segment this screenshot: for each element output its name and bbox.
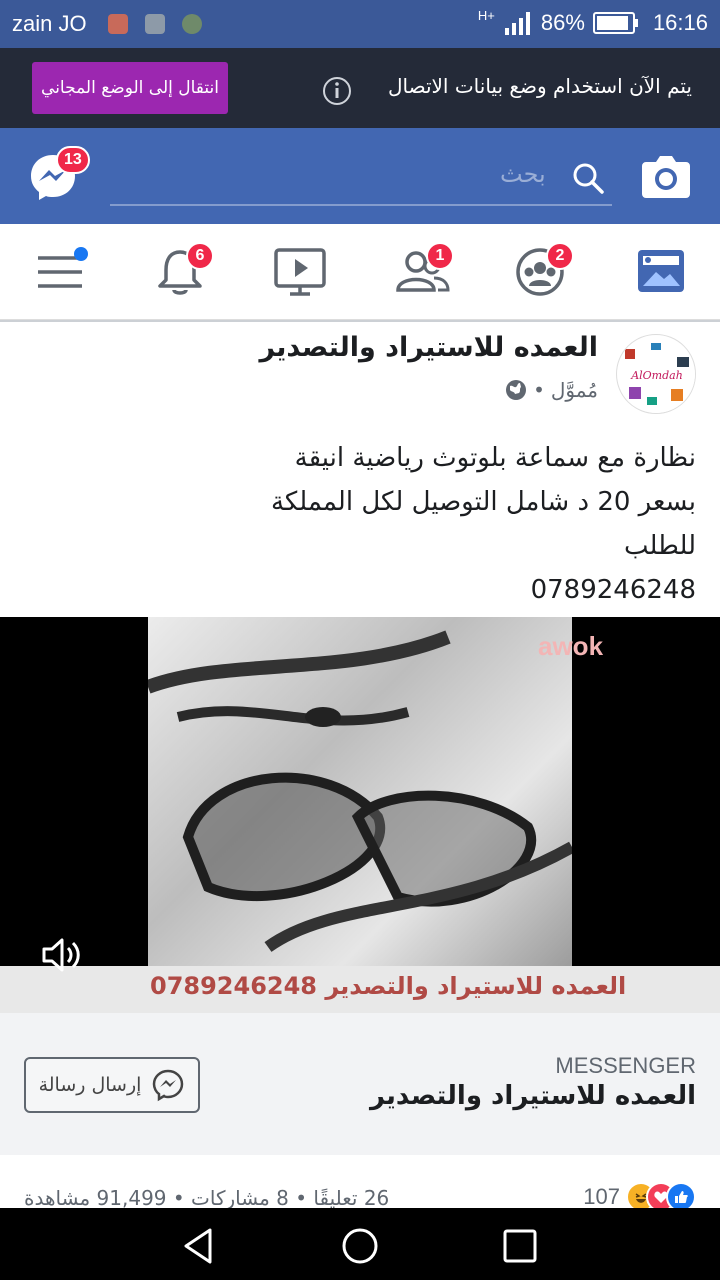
video-player[interactable]: awok العمده للاستيراد والتصدير 078924624…	[0, 617, 720, 1013]
data-mode-notice: يتم الآن استخدام وضع بيانات الاتصال انتق…	[0, 48, 720, 128]
search-input[interactable]: بحث	[500, 160, 546, 188]
mute-toggle-icon[interactable]	[40, 935, 84, 975]
sponsored-line: مُموَّل •	[505, 378, 598, 402]
video-watermark: awok	[538, 631, 604, 661]
back-icon[interactable]	[180, 1226, 220, 1266]
info-icon[interactable]	[322, 76, 352, 106]
status-bar: zain JO H+ 86% 16:16	[0, 0, 720, 48]
video-caption: العمده للاستيراد والتصدير 0789246248	[150, 972, 627, 1000]
battery-icon	[592, 12, 638, 34]
camera-icon[interactable]	[640, 152, 692, 200]
post-text-line: نظارة مع سماعة بلوتوث رياضية انيقة	[294, 443, 696, 473]
send-message-button[interactable]: إرسال رسالة	[24, 1057, 200, 1113]
post-text-line: بسعر 20 د شامل التوصيل لكل المملكة	[270, 487, 696, 517]
page-avatar[interactable]: AlOmdah	[616, 334, 696, 414]
menu-new-dot	[74, 247, 88, 261]
switch-free-mode-button[interactable]: انتقال إلى الوضع المجاني	[32, 62, 228, 114]
sponsored-label: مُموَّل	[550, 378, 598, 402]
tab-news-feed[interactable]	[634, 246, 690, 298]
send-message-label: إرسال رسالة	[38, 1074, 142, 1096]
friend-requests-badge: 1	[426, 242, 454, 270]
signal-icon	[504, 12, 530, 35]
carrier-name: zain JO	[12, 11, 87, 36]
call-to-action-bar: MESSENGER العمده للاستيراد والتصدير إرسا…	[0, 1013, 720, 1155]
search-underline	[110, 204, 612, 206]
system-navigation-bar	[0, 1208, 720, 1280]
page-name[interactable]: العمده للاستيراد والتصدير	[259, 332, 598, 363]
recents-icon[interactable]	[500, 1226, 540, 1266]
app-notification-icon	[108, 14, 128, 34]
search-icon[interactable]	[570, 160, 606, 196]
battery-percent: 86%	[540, 10, 585, 35]
post-stats: 107 26 تعليقًا • 8 مشاركات • 91,499 مشاه…	[0, 1160, 720, 1212]
groups-badge: 2	[546, 242, 574, 270]
notifications-badge: 6	[186, 242, 214, 270]
section-divider	[0, 320, 720, 322]
clock: 16:16	[652, 10, 708, 35]
globe-icon	[506, 380, 527, 400]
top-header: بحث 13	[0, 128, 720, 224]
cta-label: MESSENGER	[555, 1053, 696, 1078]
network-type: H+	[477, 7, 495, 23]
messenger-badge: 13	[56, 146, 90, 174]
cta-page-name: العمده للاستيراد والتصدير	[369, 1081, 696, 1111]
post-phone-number[interactable]: 0789246248	[16, 568, 696, 612]
tab-watch[interactable]	[272, 246, 328, 298]
reactions-count: 107	[583, 1184, 620, 1209]
data-mode-text: يتم الآن استخدام وضع بيانات الاتصال	[387, 74, 692, 98]
gallery-notification-icon	[145, 14, 165, 34]
post-text: نظارة مع سماعة بلوتوث رياضية انيقة بسعر …	[16, 436, 696, 612]
tab-bar: 2 1 6	[0, 224, 720, 320]
messenger-outline-icon	[153, 1069, 184, 1102]
engagement-summary[interactable]: 26 تعليقًا • 8 مشاركات • 91,499 مشاهدة	[24, 1186, 389, 1210]
video-frame	[145, 617, 575, 967]
avatar-notification-icon	[182, 14, 202, 34]
post-text-line: للطلب	[624, 531, 696, 561]
avatar-logo-text: AlOmdah	[630, 369, 683, 382]
home-icon[interactable]	[340, 1226, 380, 1266]
